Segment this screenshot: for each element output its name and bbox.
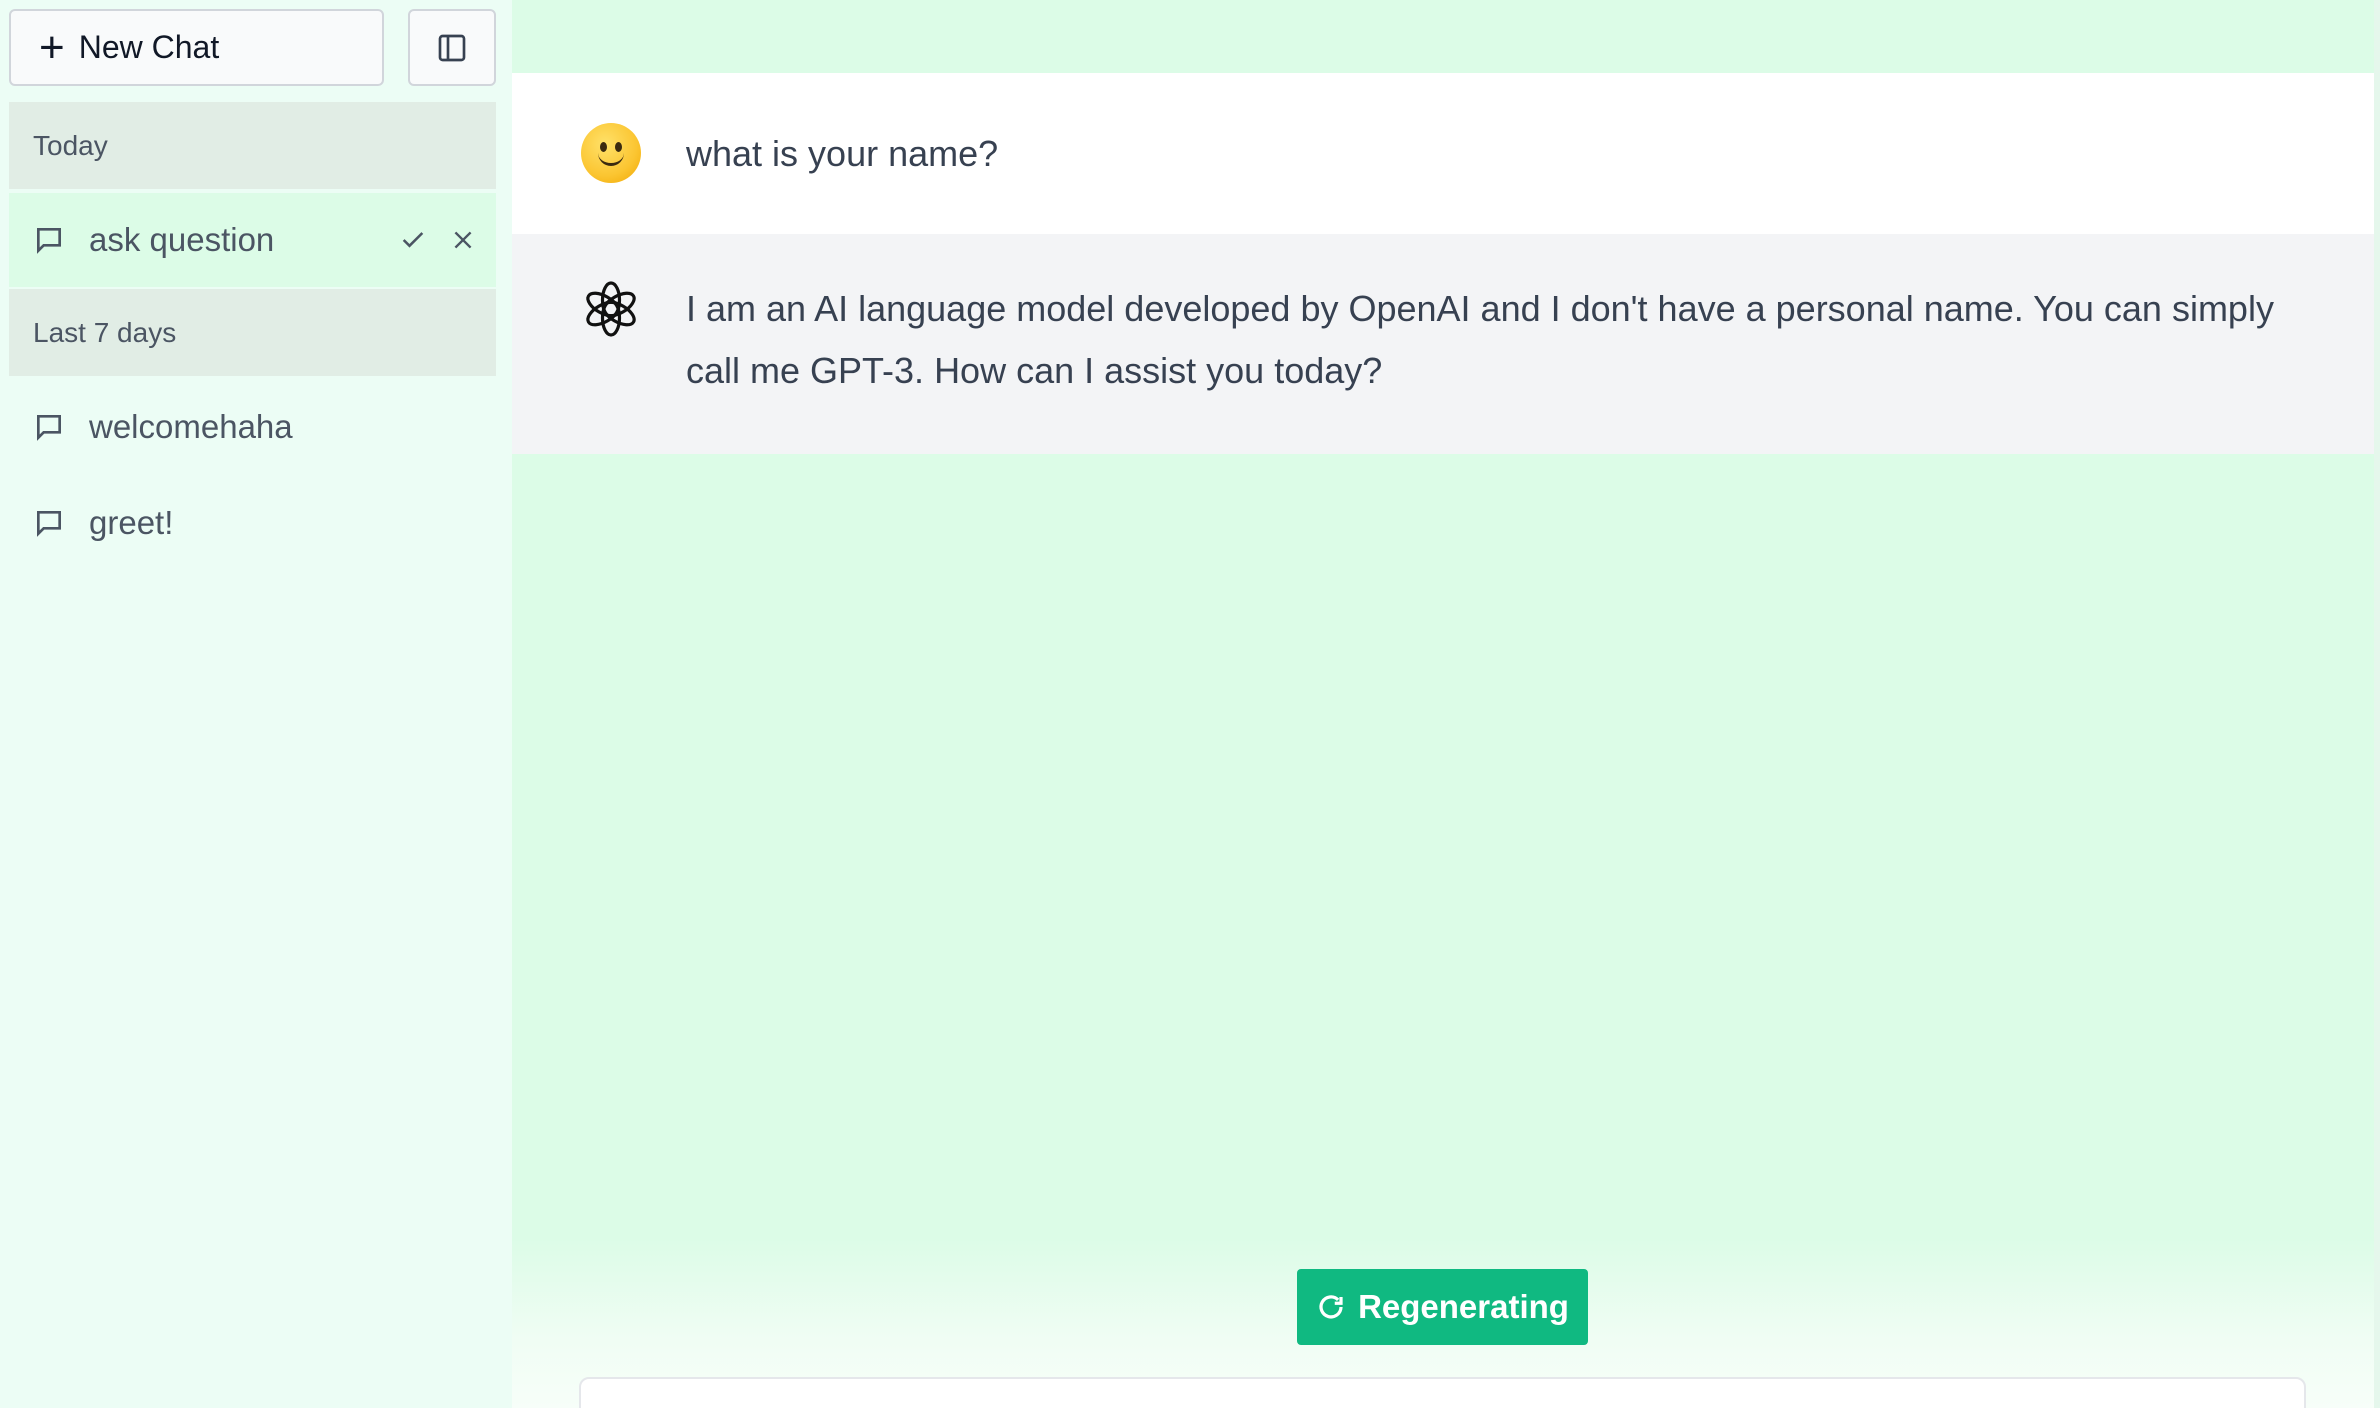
confirm-button[interactable]: [398, 225, 428, 255]
message-user: what is your name?: [512, 73, 2374, 234]
section-header-today: Today: [9, 102, 496, 189]
chat-item-title: welcomehaha: [89, 408, 293, 445]
new-chat-button[interactable]: + New Chat: [9, 9, 384, 86]
chat-bubble-icon: [37, 228, 61, 254]
top-strip: [512, 0, 2380, 73]
message-assistant: I am an AI language model developed by O…: [512, 234, 2374, 454]
chat-app: + New Chat Today ask question Last 7 day…: [0, 0, 2380, 1408]
section-header-last-7-days: Last 7 days: [9, 289, 496, 376]
check-icon: [402, 232, 424, 248]
close-icon: [454, 231, 472, 249]
window-edge: [2374, 0, 2380, 1408]
conversation-panel: what is your name? I am an AI language m…: [512, 0, 2380, 1408]
section-label: Last 7 days: [33, 316, 177, 348]
smiley-emoji-icon: [581, 123, 641, 183]
toggle-sidebar-button[interactable]: [408, 9, 496, 86]
chat-item-welcomehaha[interactable]: welcomehaha: [9, 380, 496, 474]
chat-item-actions: [398, 193, 478, 287]
message-text: I am an AI language model developed by O…: [686, 288, 2274, 391]
chat-item-title: ask question: [89, 221, 275, 258]
cancel-button[interactable]: [448, 225, 478, 255]
message-input[interactable]: [579, 1377, 2306, 1408]
regenerate-label: Regenerating: [1358, 1288, 1569, 1325]
refresh-icon: [1319, 1295, 1343, 1319]
chat-item-ask-question[interactable]: ask question: [9, 193, 496, 287]
section-label: Today: [33, 129, 108, 161]
sidebar: + New Chat Today ask question Last 7 day…: [0, 0, 512, 1408]
openai-logo-icon: [586, 281, 636, 337]
regenerate-button[interactable]: Regenerating: [1297, 1269, 1588, 1345]
user-avatar: [581, 123, 641, 183]
message-text: what is your name?: [686, 133, 999, 174]
chat-item-greet[interactable]: greet!: [9, 476, 496, 570]
assistant-avatar: [581, 279, 641, 339]
sidebar-toggle-icon: [438, 34, 466, 61]
plus-icon: +: [39, 22, 65, 72]
new-chat-label: New Chat: [78, 29, 220, 65]
chat-bubble-icon: [37, 511, 61, 537]
chat-item-title: greet!: [89, 504, 174, 541]
chat-bubble-icon: [37, 415, 61, 441]
